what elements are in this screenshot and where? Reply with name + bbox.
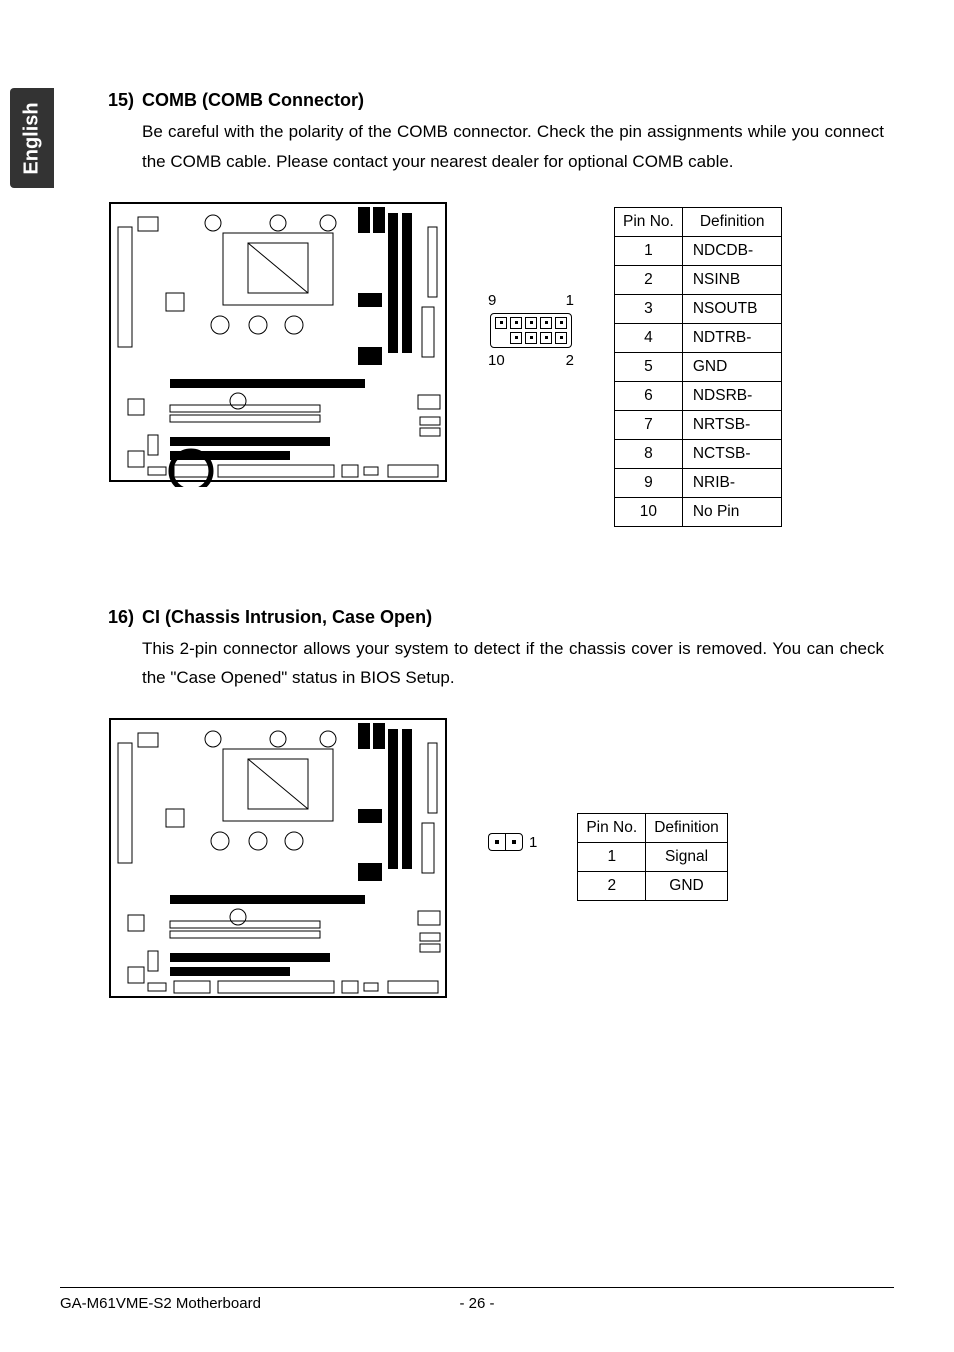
ci-pin-1 xyxy=(505,833,523,851)
table-row: 1NDCDB- xyxy=(615,236,782,265)
section-15-desc: Be careful with the polarity of the COMB… xyxy=(142,117,884,177)
motherboard-diagram-15 xyxy=(108,197,448,487)
page-footer: GA-M61VME-S2 Motherboard - 26 - xyxy=(60,1287,894,1312)
section-16-desc: This 2-pin connector allows your system … xyxy=(142,634,884,694)
table-row: 3NSOUTB xyxy=(615,294,782,323)
table-row: 8NCTSB- xyxy=(615,439,782,468)
section-16-number: 16) xyxy=(108,607,142,628)
table-row: 10No Pin xyxy=(615,497,782,526)
table-row: Pin No. Definition xyxy=(578,814,727,843)
table-row: 5GND xyxy=(615,352,782,381)
comb-pin-table: Pin No. Definition 1NDCDB- 2NSINB 3NSOUT… xyxy=(614,207,782,527)
motherboard-diagram-16 xyxy=(108,713,448,1003)
pin-top-labels: 9 1 xyxy=(488,292,574,309)
ci-pin-2 xyxy=(488,833,505,851)
table-row: 2GND xyxy=(578,872,727,901)
section-15-heading: COMB (COMB Connector) xyxy=(142,90,364,110)
table-row: 9NRIB- xyxy=(615,468,782,497)
section-16-title: 16)CI (Chassis Intrusion, Case Open) xyxy=(108,607,894,628)
ci-pin-diagram: 1 xyxy=(488,833,537,851)
th-def: Definition xyxy=(646,814,728,843)
pin-label-9: 9 xyxy=(488,292,496,309)
section-15-number: 15) xyxy=(108,90,142,111)
page: English 15)COMB (COMB Connector) Be care… xyxy=(0,0,954,1352)
section-15-title: 15)COMB (COMB Connector) xyxy=(108,90,894,111)
ci-pin-1-label: 1 xyxy=(529,834,537,851)
section-16-content: 1 Pin No. Definition 1Signal 2GND xyxy=(108,713,894,1003)
th-def: Definition xyxy=(682,207,782,236)
section-15-content: 9 1 10 xyxy=(108,197,894,527)
table-row: 7NRTSB- xyxy=(615,410,782,439)
th-pin: Pin No. xyxy=(578,814,646,843)
table-row: 2NSINB xyxy=(615,265,782,294)
footer-page: - 26 - xyxy=(459,1295,494,1312)
ci-box xyxy=(488,833,523,851)
pin-bot-labels: 10 2 xyxy=(488,352,574,369)
table-row: 1Signal xyxy=(578,843,727,872)
th-pin: Pin No. xyxy=(615,207,683,236)
pin-box xyxy=(490,313,572,348)
table-row: 6NDSRB- xyxy=(615,381,782,410)
footer-left: GA-M61VME-S2 Motherboard xyxy=(60,1295,261,1312)
section-16-heading: CI (Chassis Intrusion, Case Open) xyxy=(142,607,432,627)
table-row: Pin No. Definition xyxy=(615,207,782,236)
language-tab: English xyxy=(10,88,54,188)
pin-label-1: 1 xyxy=(566,292,574,309)
comb-pin-diagram: 9 1 10 xyxy=(488,292,574,369)
pin-label-10: 10 xyxy=(488,352,505,369)
table-row: 4NDTRB- xyxy=(615,323,782,352)
ci-pin-table: Pin No. Definition 1Signal 2GND xyxy=(577,813,727,901)
pin-label-2: 2 xyxy=(566,352,574,369)
language-label: English xyxy=(21,102,44,174)
